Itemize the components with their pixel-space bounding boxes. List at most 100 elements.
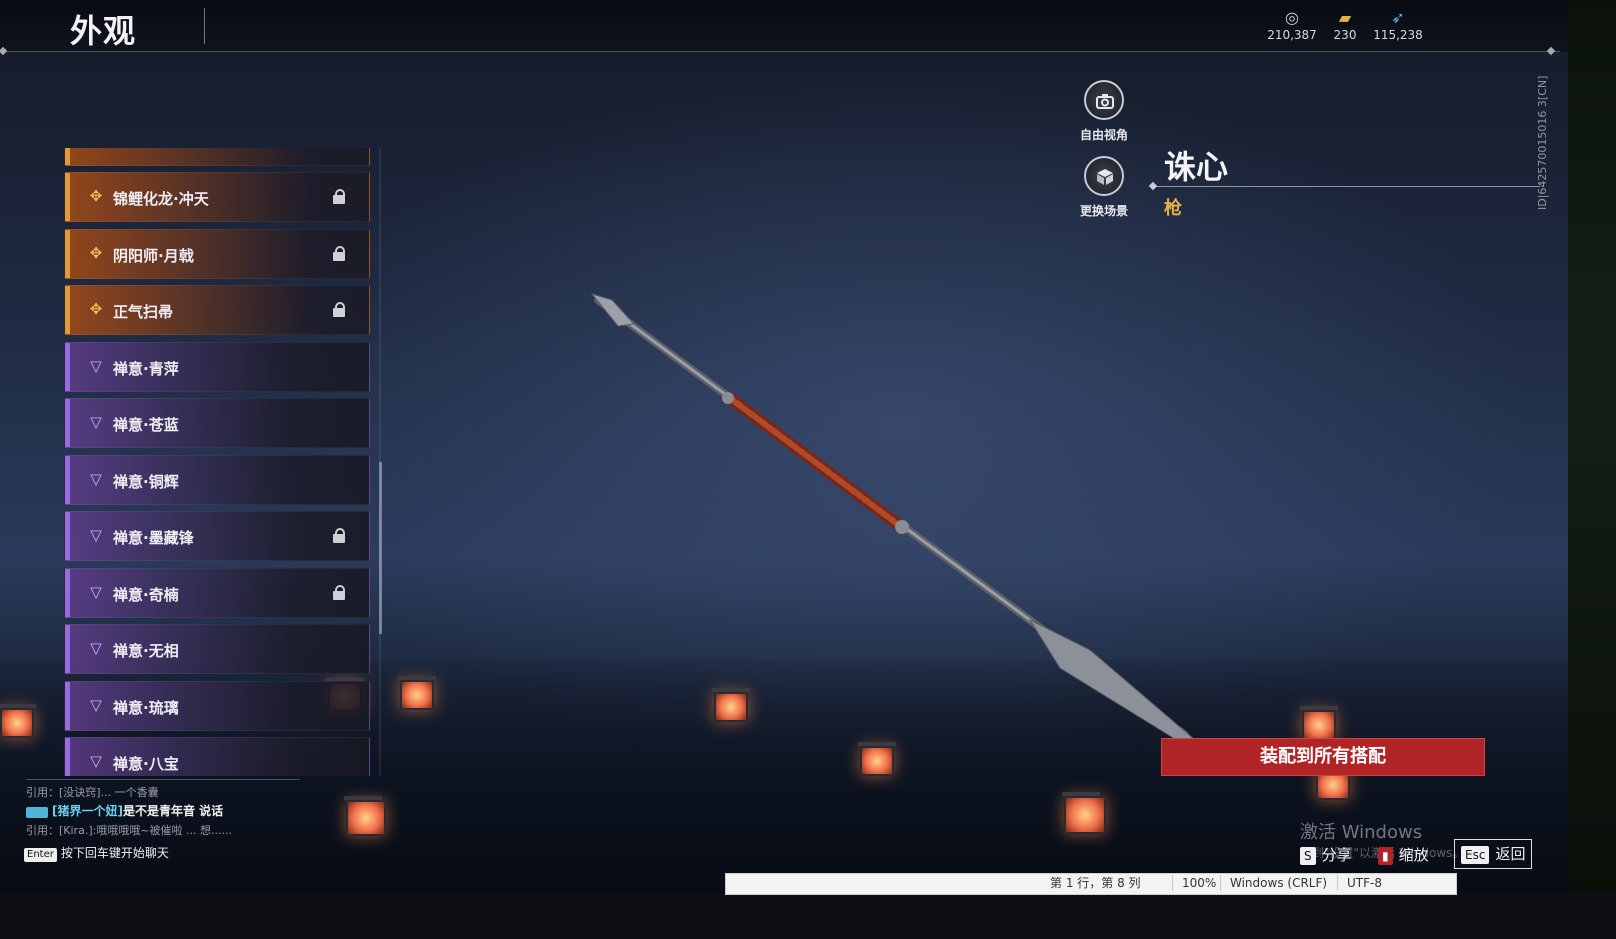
list-item[interactable]: ✥ 正气扫帚: [64, 285, 370, 335]
camera-icon: [1096, 94, 1114, 109]
lock-icon: [333, 302, 345, 317]
rarity-bar: [65, 173, 70, 221]
rarity-bar: [65, 343, 70, 391]
item-label: 禅意·奇楠: [113, 586, 179, 604]
desktop-background: [1568, 0, 1616, 893]
item-label: 禅意·苍蓝: [113, 416, 179, 434]
lock-icon: [333, 246, 345, 261]
rarity-bar: [65, 625, 70, 673]
epic-rarity-icon: ▽: [90, 526, 102, 544]
equip-all-outfits-button[interactable]: 装配到所有搭配: [1161, 738, 1485, 776]
blue-feather-icon: ➶: [1391, 8, 1405, 27]
enter-key-icon: Enter: [24, 848, 57, 862]
status-zoom: 100%: [1182, 876, 1217, 890]
chat-input-hint[interactable]: Enter 按下回车键开始聊天: [24, 844, 169, 862]
rarity-bar: [65, 456, 70, 504]
epic-rarity-icon: ▽: [90, 357, 102, 375]
player-id: ID|642570015016 3[CN]: [1536, 75, 1549, 210]
mouse-wheel-icon: ▮: [1378, 846, 1393, 865]
item-label: 禅意·铜辉: [113, 473, 179, 491]
lock-icon: [333, 585, 345, 600]
chat-message-line: [猪界一个妞]是不是青年音 说话: [26, 802, 326, 821]
chat-message: 是不是青年音 说话: [122, 804, 224, 818]
change-scene-button[interactable]: [1084, 156, 1124, 196]
epic-rarity-icon: ▽: [90, 696, 102, 714]
top-divider-line: [0, 51, 1560, 52]
status-line-ending: Windows (CRLF): [1230, 876, 1328, 890]
status-separator: [1172, 875, 1173, 891]
zoom-label: 缩放: [1398, 846, 1429, 864]
top-bar: 外观 ◎ 210,387 ▰ 230 ➶ 115,238: [0, 0, 1568, 52]
weapon-type: 枪: [1164, 198, 1182, 219]
currency-feather: ➶ 115,238: [1368, 8, 1428, 42]
page-title: 外观: [70, 12, 137, 50]
back-button[interactable]: Esc 返回: [1454, 839, 1532, 869]
chat-panel[interactable]: 引用：[没诀窍]... 一个香囊 [猪界一个妞]是不是青年音 说话 引用：[Ki…: [26, 783, 326, 840]
item-label: 锦鲤化龙·冲天: [113, 190, 209, 208]
list-item[interactable]: ▽ 禅意·八宝: [64, 737, 370, 776]
weapon-divider: [1154, 186, 1540, 187]
list-item-partial[interactable]: [64, 148, 370, 166]
chat-divider: [26, 779, 300, 780]
list-item[interactable]: ▽ 禅意·奇楠: [64, 568, 370, 618]
free-view-button[interactable]: [1084, 80, 1124, 120]
item-label: 禅意·八宝: [113, 755, 179, 773]
list-scrollbar-thumb[interactable]: [379, 462, 382, 634]
status-encoding: UTF-8: [1347, 876, 1382, 890]
rarity-bar: [65, 286, 70, 334]
epic-rarity-icon: ▽: [90, 583, 102, 601]
epic-rarity-icon: ▽: [90, 752, 102, 770]
rarity-bar: [65, 230, 70, 278]
list-item[interactable]: ▽ 禅意·无相: [64, 624, 370, 674]
share-label: 分享: [1321, 846, 1352, 864]
status-separator: [1220, 875, 1221, 891]
rarity-bar: [65, 512, 70, 560]
legendary-rarity-icon: ✥: [89, 300, 103, 318]
chat-quote-line: 引用：[Kira.]:哦哦哦哦~被催啦 ... 想......: [26, 824, 232, 837]
item-label: 正气扫帚: [113, 303, 174, 321]
game-viewport: 外观 ◎ 210,387 ▰ 230 ➶ 115,238 ID|64257001…: [0, 0, 1568, 900]
back-hint: Esc 返回: [1461, 842, 1525, 866]
chat-hint-label: 按下回车键开始聊天: [60, 846, 169, 860]
back-label: 返回: [1495, 845, 1526, 863]
rarity-bar: [65, 682, 70, 730]
epic-rarity-icon: ▽: [90, 639, 102, 657]
gold-ticket-icon: ▰: [1338, 8, 1352, 27]
list-item[interactable]: ▽ 禅意·琉璃: [64, 681, 370, 731]
item-label: 禅意·无相: [113, 642, 179, 660]
channel-tag-icon: [26, 806, 48, 818]
chat-sender[interactable]: [猪界一个妞]: [52, 804, 123, 818]
desktop-background-bottom: [0, 893, 1616, 939]
legendary-rarity-icon: ✥: [89, 187, 103, 205]
currency-ticket: ▰ 230: [1315, 8, 1375, 42]
list-item[interactable]: ✥ 阴阳师·月戟: [64, 229, 370, 279]
currency-value: 115,238: [1373, 28, 1423, 42]
lock-icon: [333, 189, 345, 204]
esc-key-icon: Esc: [1461, 845, 1490, 864]
chat-quote-line: 引用：[没诀窍]... 一个香囊: [26, 786, 159, 799]
lock-icon: [333, 528, 345, 543]
item-label: 禅意·琉璃: [113, 699, 179, 717]
item-label: 禅意·青萍: [113, 360, 179, 378]
list-item[interactable]: ✥ 锦鲤化龙·冲天: [64, 172, 370, 222]
currency-silver: ◎ 210,387: [1262, 8, 1322, 42]
item-label: 禅意·墨藏锋: [113, 529, 194, 547]
list-item[interactable]: ▽ 禅意·铜辉: [64, 455, 370, 505]
free-view-label: 自由视角: [1079, 128, 1128, 142]
windows-activation-title: 激活 Windows: [1300, 822, 1423, 843]
appearance-list[interactable]: ✥ 锦鲤化龙·冲天 ✥ 阴阳师·月戟 ✥ 正气扫帚 ▽ 禅意·青萍 ▽ 禅意·苍…: [64, 148, 372, 776]
legendary-rarity-icon: ✥: [89, 244, 103, 262]
weapon-name: 诛心: [1164, 148, 1229, 186]
list-item[interactable]: ▽ 禅意·青萍: [64, 342, 370, 392]
zoom-hint[interactable]: ▮ 缩放: [1378, 843, 1429, 867]
rarity-bar: [65, 569, 70, 617]
list-item[interactable]: ▽ 禅意·苍蓝: [64, 398, 370, 448]
rarity-bar: [65, 399, 70, 447]
title-divider: [204, 8, 205, 44]
currency-value: 230: [1333, 28, 1357, 42]
share-hint[interactable]: S 分享: [1300, 843, 1352, 867]
cube-icon: [1097, 169, 1113, 185]
status-cursor-position: 第 1 行，第 8 列: [1050, 876, 1141, 890]
list-item[interactable]: ▽ 禅意·墨藏锋: [64, 511, 370, 561]
item-label: 阴阳师·月戟: [113, 247, 194, 265]
